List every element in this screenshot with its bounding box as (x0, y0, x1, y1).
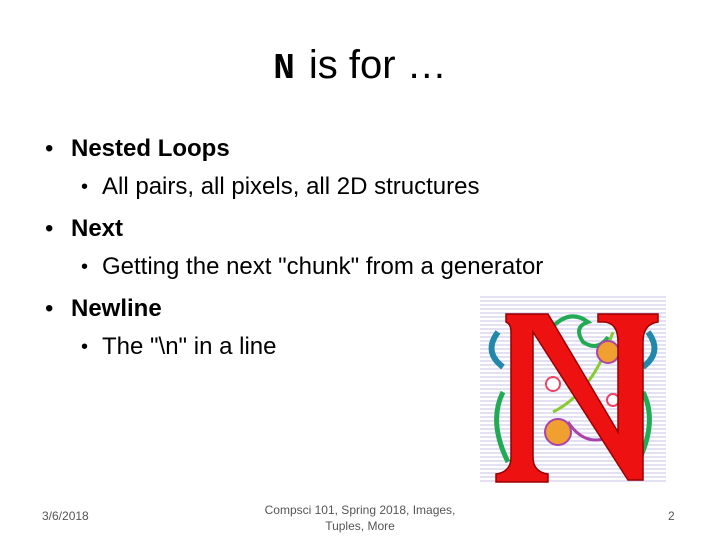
footer-course-line1: Compsci 101, Spring 2018, Images, (264, 503, 456, 517)
slide-title: Nis for … (0, 40, 720, 94)
sub-bullet-item: Getting the next "chunk" from a generato… (45, 252, 543, 292)
bullet-list: Nested Loops All pairs, all pixels, all … (45, 132, 543, 372)
title-text: is for … (308, 43, 447, 87)
page-number: 2 (668, 509, 675, 523)
illuminated-letter-n-icon (480, 296, 666, 484)
footer-course-line2: Tuples, More (325, 519, 395, 533)
sub-bullet-item: All pairs, all pixels, all 2D structures (45, 172, 543, 212)
bullet-item: Next (45, 212, 543, 252)
title-letter: N (273, 48, 295, 89)
bullet-item: Nested Loops (45, 132, 543, 172)
footer-course: Compsci 101, Spring 2018, Images, Tuples… (250, 502, 470, 534)
footer-date: 3/6/2018 (42, 509, 89, 523)
bullet-item: Newline (45, 292, 543, 332)
sub-bullet-item: The "\n" in a line (45, 332, 543, 372)
